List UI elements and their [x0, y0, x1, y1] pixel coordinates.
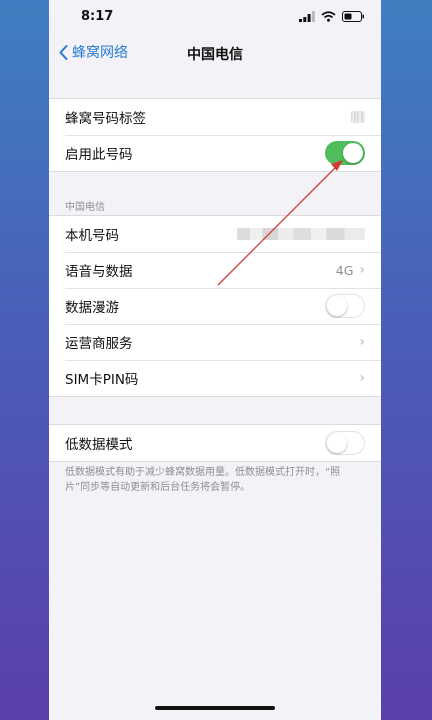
row-label: 本机号码: [65, 228, 119, 244]
battery-icon: [342, 11, 364, 22]
row-sim-pin[interactable]: SIM卡PIN码 ›: [49, 360, 381, 396]
chevron-right-icon: ›: [359, 262, 365, 278]
status-icons: [299, 11, 365, 22]
data-roaming-toggle[interactable]: [325, 294, 365, 318]
page-title: 中国电信: [187, 47, 243, 63]
low-data-mode-toggle[interactable]: [325, 431, 365, 455]
signal-icon: [299, 11, 315, 22]
row-label: 蜂窝号码标签: [65, 111, 146, 127]
voice-data-value: 4G: [335, 262, 354, 278]
navigation-bar: 蜂窝网络 中国电信: [49, 36, 381, 70]
toggle-knob: [343, 143, 363, 163]
section-header: 中国电信: [65, 202, 105, 213]
row-label: 语音与数据: [65, 264, 133, 280]
row-label: 运营商服务: [65, 336, 133, 352]
row-label: 低数据模式: [65, 437, 133, 453]
row-label: 数据漫游: [65, 300, 119, 316]
row-cellular-label[interactable]: 蜂窝号码标签: [49, 99, 381, 135]
settings-group-carrier: 本机号码 语音与数据 4G › 数据漫游 运营商服务 › SIM卡PIN码 ›: [49, 215, 381, 397]
low-data-footnote: 低数据模式有助于减少蜂窝数据用量。低数据模式打开时，“照片”同步等自动更新和后台…: [65, 467, 341, 493]
redacted-value: [351, 111, 365, 123]
row-my-number: 本机号码: [49, 216, 381, 252]
enable-number-toggle[interactable]: [325, 141, 365, 165]
chevron-right-icon: ›: [359, 370, 365, 386]
row-carrier-services[interactable]: 运营商服务 ›: [49, 324, 381, 360]
settings-group-number: 蜂窝号码标签 启用此号码: [49, 98, 381, 172]
home-indicator[interactable]: [155, 706, 275, 710]
status-bar: 8:17: [49, 0, 381, 36]
settings-group-low-data: 低数据模式: [49, 424, 381, 462]
status-time: 8:17: [81, 9, 114, 24]
row-enable-number: 启用此号码: [49, 135, 381, 171]
row-label: 启用此号码: [65, 147, 133, 163]
row-label: SIM卡PIN码: [65, 372, 139, 388]
toggle-knob: [327, 432, 347, 453]
toggle-knob: [327, 295, 347, 316]
chevron-right-icon: ›: [359, 334, 365, 350]
redacted-phone-number: [237, 228, 365, 240]
wifi-icon: [321, 11, 336, 22]
phone-screen: 8:17 蜂窝网络 中国电信 蜂窝号码标签 启用此号码 中国电信 本机号码 语音…: [49, 0, 381, 720]
row-voice-data[interactable]: 语音与数据 4G ›: [49, 252, 381, 288]
row-data-roaming: 数据漫游: [49, 288, 381, 324]
row-low-data-mode: 低数据模式: [49, 425, 381, 461]
